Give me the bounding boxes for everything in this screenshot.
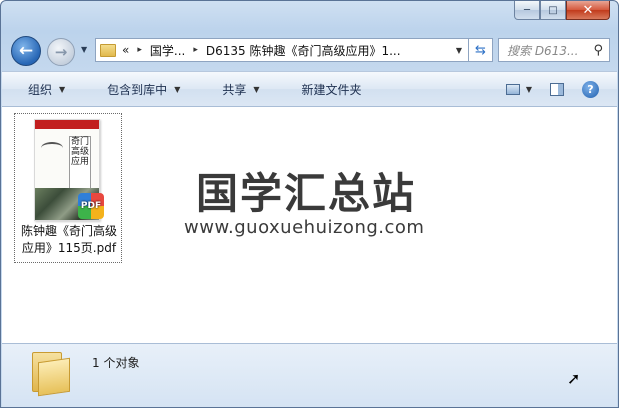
- view-options-dropdown[interactable]: ▼: [526, 85, 532, 94]
- address-row: ← → ▼ « ▸ 国学... ▸ D6135 陈钟趣《奇门高级应用》1... …: [1, 33, 618, 69]
- file-name-line1: 陈钟趣《奇门高级: [20, 224, 117, 238]
- cover-red-band: [35, 120, 99, 129]
- file-item[interactable]: 奇门高级应用 PDF 陈钟趣《奇门高级 应用》115页.pdf: [14, 113, 122, 263]
- new-folder-button[interactable]: 新建文件夹: [276, 81, 378, 98]
- folder-icon: [100, 43, 116, 57]
- recent-pages-dropdown[interactable]: ▼: [81, 45, 87, 54]
- address-bar[interactable]: « ▸ 国学... ▸ D6135 陈钟趣《奇门高级应用》1... ▼: [95, 38, 469, 62]
- refresh-button[interactable]: ⇆: [469, 38, 493, 62]
- crumb-separator-icon[interactable]: ▸: [137, 45, 142, 55]
- new-folder-label: 新建文件夹: [301, 82, 362, 97]
- share-label: 共享: [222, 82, 247, 97]
- chevron-down-icon: ▼: [59, 84, 66, 94]
- organize-menu[interactable]: 组织 ▼: [2, 81, 81, 98]
- search-placeholder: 搜索 D613...: [507, 43, 579, 58]
- address-overflow-icon[interactable]: «: [122, 43, 129, 57]
- back-button[interactable]: ←: [11, 36, 41, 66]
- bird-icon: [41, 142, 63, 154]
- share-menu[interactable]: 共享 ▼: [196, 81, 275, 98]
- watermark-title: 国学汇总站: [196, 169, 417, 218]
- maximize-button[interactable]: □: [540, 1, 566, 20]
- details-pane: 1 个对象: [2, 343, 617, 407]
- help-icon[interactable]: ?: [582, 80, 599, 98]
- mouse-cursor-icon: ➚: [567, 369, 581, 388]
- address-dropdown-icon[interactable]: ▼: [456, 46, 462, 55]
- pdf-icon: PDF: [78, 193, 104, 219]
- include-in-library-menu[interactable]: 包含到库中 ▼: [81, 81, 196, 98]
- arrow-left-icon: ←: [18, 41, 34, 61]
- crumb-separator-icon[interactable]: ▸: [193, 45, 198, 55]
- forward-button[interactable]: →: [47, 38, 75, 66]
- toolbar-right: ▼ ?: [505, 72, 617, 106]
- close-button[interactable]: ✕: [566, 1, 610, 20]
- file-name-line2: 应用》115页.pdf: [21, 241, 117, 255]
- breadcrumb-current[interactable]: D6135 陈钟趣《奇门高级应用》1...: [206, 42, 401, 59]
- explorer-window: ─ □ ✕ ← → ▼ « ▸ 国学... ▸ D6135 陈钟趣《奇门高级应用…: [0, 0, 619, 408]
- chevron-down-icon: ▼: [174, 84, 181, 94]
- organize-label: 组织: [28, 82, 53, 97]
- search-input[interactable]: 搜索 D613... ⚲: [498, 38, 610, 62]
- watermark-url: www.guoxuehuizong.com: [184, 217, 425, 238]
- folder-icon: [32, 352, 72, 398]
- change-view-icon[interactable]: [505, 83, 520, 95]
- include-label: 包含到库中: [107, 82, 168, 97]
- caption-buttons: ─ □ ✕: [514, 1, 610, 20]
- file-list-area[interactable]: 奇门高级应用 PDF 陈钟趣《奇门高级 应用》115页.pdf 国学汇总站 ww…: [2, 107, 617, 343]
- file-name: 陈钟趣《奇门高级 应用》115页.pdf: [15, 223, 123, 257]
- preview-pane-icon[interactable]: [550, 82, 564, 96]
- command-bar: 组织 ▼ 包含到库中 ▼ 共享 ▼ 新建文件夹 ▼ ?: [2, 71, 617, 107]
- item-count: 1 个对象: [92, 356, 140, 370]
- arrow-right-icon: →: [54, 43, 68, 61]
- cover-title: 奇门高级应用: [69, 136, 91, 192]
- chevron-down-icon: ▼: [253, 84, 260, 94]
- minimize-button[interactable]: ─: [514, 1, 540, 20]
- search-icon[interactable]: ⚲: [593, 43, 603, 58]
- refresh-icon: ⇆: [475, 42, 486, 58]
- breadcrumb-root[interactable]: 国学...: [150, 42, 185, 59]
